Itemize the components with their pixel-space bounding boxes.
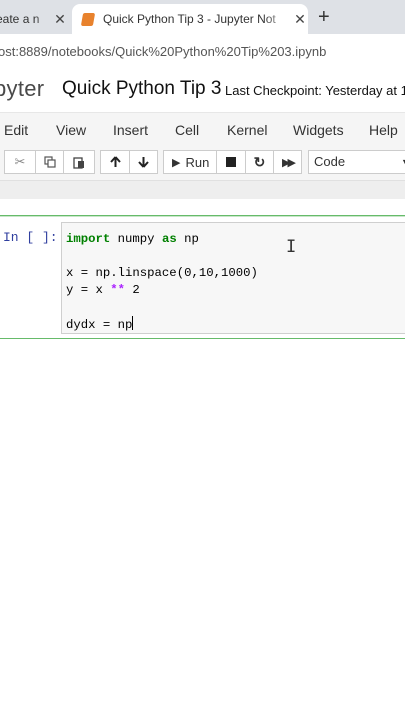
tab-title: Quick Python Tip 3 - Jupyter Not: [103, 12, 276, 26]
fast-forward-icon: ▶▶: [282, 156, 296, 169]
menu-widgets[interactable]: Widgets: [293, 122, 344, 138]
cut-button[interactable]: ✂: [4, 150, 36, 174]
run-label: Run: [185, 154, 210, 170]
move-down-icon: [138, 157, 149, 168]
checkpoint-status: Last Checkpoint: Yesterday at 1: [225, 83, 405, 98]
code-token: 2: [125, 283, 140, 297]
fast-forward-button[interactable]: ▶▶: [273, 150, 302, 174]
menu-help[interactable]: Help: [369, 122, 398, 138]
cell-type-select[interactable]: Code ▼: [308, 150, 405, 174]
close-icon[interactable]: ✕: [52, 11, 68, 28]
close-icon[interactable]: ✕: [292, 11, 308, 28]
code-line: dydx = np: [66, 318, 133, 332]
stop-icon: [226, 157, 236, 167]
move-up-icon: [109, 156, 121, 167]
browser-tab[interactable]: eate a n ✕: [0, 4, 68, 34]
restart-button[interactable]: ↻: [245, 150, 274, 174]
chevron-down-icon: ▼: [401, 151, 405, 173]
notebook-title[interactable]: Quick Python Tip 3: [62, 78, 221, 100]
run-button[interactable]: ▶ Run: [163, 150, 217, 174]
code-editor[interactable]: import numpy as np x = np.linspace(0,10,…: [61, 222, 405, 334]
code-keyword: as: [161, 232, 177, 246]
menu-cell[interactable]: Cell: [175, 122, 199, 138]
move-up-button[interactable]: [100, 150, 130, 174]
new-tab-button[interactable]: +: [318, 6, 330, 28]
code-line: x = np.linspace(0,10,1000): [66, 266, 258, 280]
jupyter-favicon-icon: [80, 12, 96, 26]
url-text[interactable]: ost:8889/notebooks/Quick%20Python%20Tip%…: [0, 44, 326, 59]
jupyter-header: pyter Quick Python Tip 3 Last Checkpoint…: [0, 70, 405, 110]
menu-edit[interactable]: Edit: [4, 122, 28, 138]
copy-icon: [43, 156, 56, 168]
run-icon: ▶: [172, 156, 181, 169]
restart-icon: ↻: [253, 153, 266, 170]
code-token: numpy: [110, 232, 162, 246]
toolbar: ✂ ▶ Run ↻ ▶▶ Code ▼: [0, 146, 405, 181]
code-keyword: import: [66, 232, 111, 246]
code-token: np: [176, 232, 199, 246]
cut-icon: ✂: [14, 154, 26, 169]
tab-title: eate a n: [0, 12, 40, 26]
browser-tab-strip: eate a n ✕ Quick Python Tip 3 - Jupyter …: [0, 0, 405, 34]
address-bar[interactable]: ost:8889/notebooks/Quick%20Python%20Tip%…: [0, 34, 405, 71]
notebook-container: In [ ]: import numpy as np x = np.linspa…: [0, 199, 405, 720]
menu-view[interactable]: View: [56, 122, 86, 138]
menu-insert[interactable]: Insert: [113, 122, 148, 138]
ibeam-cursor-icon: I: [286, 237, 297, 257]
paste-button[interactable]: [63, 150, 95, 174]
stop-button[interactable]: [216, 150, 246, 174]
code-cell[interactable]: In [ ]: import numpy as np x = np.linspa…: [0, 215, 405, 339]
cell-type-value: Code: [314, 154, 346, 169]
paste-icon: [73, 156, 84, 169]
menu-kernel[interactable]: Kernel: [227, 122, 267, 138]
copy-button[interactable]: [35, 150, 64, 174]
code-operator: **: [110, 283, 126, 297]
code-token: y = x: [66, 283, 111, 297]
browser-tab-active[interactable]: Quick Python Tip 3 - Jupyter Not ✕: [72, 4, 308, 34]
header-divider-band: [0, 181, 405, 200]
move-down-button[interactable]: [129, 150, 158, 174]
jupyter-logo[interactable]: pyter: [0, 76, 44, 102]
menu-bar: Edit View Insert Cell Kernel Widgets Hel…: [0, 112, 405, 148]
code-text[interactable]: import numpy as np x = np.linspace(0,10,…: [66, 231, 258, 334]
text-cursor: [132, 316, 134, 330]
input-prompt: In [ ]:: [3, 230, 58, 245]
